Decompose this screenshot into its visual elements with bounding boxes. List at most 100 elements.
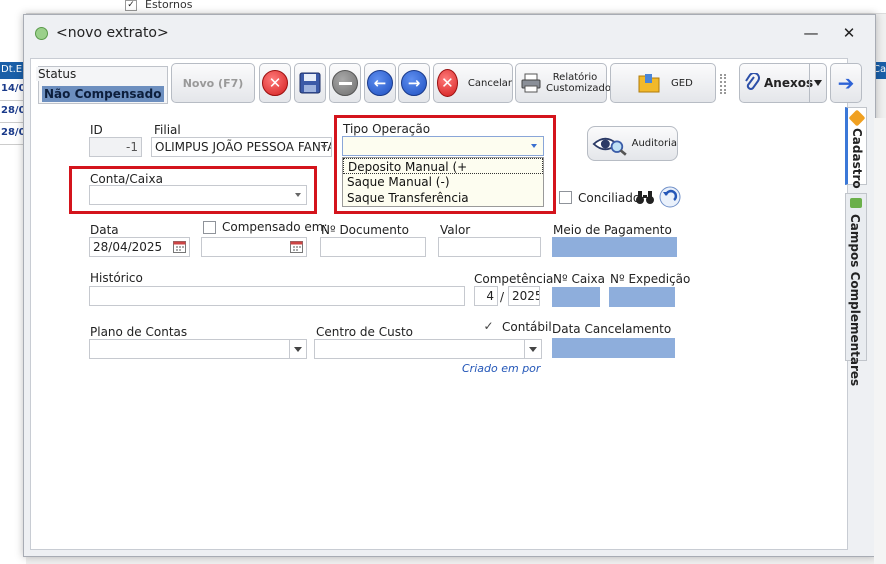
chevron-down-icon bbox=[529, 347, 537, 352]
chevron-down-icon bbox=[814, 80, 822, 86]
chevron-down-icon bbox=[294, 347, 302, 352]
filial-value: OLIMPUS JOÃO PESSOA FANTA bbox=[155, 140, 332, 154]
novo-button[interactable]: Novo (F7) bbox=[171, 63, 255, 103]
extrato-dialog: <novo extrato> — ✕ Status Não Compensado… bbox=[23, 14, 876, 557]
tab-cadastro[interactable]: Cadastro bbox=[845, 107, 867, 189]
centro-custo-dropdown-button[interactable] bbox=[524, 340, 541, 358]
compensado-field[interactable] bbox=[201, 237, 307, 257]
chevron-down-icon bbox=[295, 193, 301, 197]
arrow-right-icon: → bbox=[401, 70, 427, 96]
auditoria-button[interactable]: Auditoria bbox=[587, 126, 678, 161]
tipo-operacao-select[interactable] bbox=[342, 136, 544, 156]
valor-field[interactable] bbox=[438, 237, 541, 257]
data-value: 28/04/2025 bbox=[93, 240, 163, 254]
dropdown-option[interactable]: Saque Manual (-) bbox=[343, 174, 543, 190]
calendar-icon[interactable] bbox=[173, 241, 186, 253]
compensado-checkbox[interactable] bbox=[203, 221, 216, 234]
filial-select[interactable]: OLIMPUS JOÃO PESSOA FANTA bbox=[151, 137, 332, 157]
fields-icon bbox=[850, 198, 862, 208]
dropdown-option[interactable]: Deposito Manual (+ bbox=[343, 158, 543, 174]
contabil-checkbox[interactable]: ✓ bbox=[482, 320, 495, 333]
ged-button[interactable]: GED bbox=[610, 63, 716, 103]
documento-field[interactable] bbox=[320, 237, 426, 257]
binoculars-icon bbox=[636, 191, 654, 204]
n-expedicao-label: Nº Expedição bbox=[610, 272, 691, 286]
historico-field[interactable] bbox=[89, 286, 465, 306]
data-field[interactable]: 28/04/2025 bbox=[89, 237, 190, 257]
dropdown-option[interactable]: Saque Transferência bbox=[343, 190, 543, 206]
tipo-operacao-label: Tipo Operação bbox=[343, 122, 431, 136]
printer-icon bbox=[521, 73, 541, 93]
novo-label: Novo (F7) bbox=[182, 76, 244, 90]
dialog-title: <novo extrato> bbox=[56, 25, 169, 41]
centro-custo-label: Centro de Custo bbox=[316, 325, 413, 339]
app-icon bbox=[35, 27, 48, 40]
relatorio-customizado-button[interactable]: Relatório Customizado bbox=[515, 63, 611, 103]
competencia-year-field[interactable]: 2025 bbox=[508, 286, 540, 306]
tab-cadastro-label: Cadastro bbox=[850, 128, 864, 189]
forward-button[interactable]: ➔ bbox=[830, 63, 862, 103]
tab-campos-complementares[interactable]: Campos Complementares bbox=[845, 193, 867, 386]
arrow-left-icon: ← bbox=[367, 70, 393, 96]
eye-magnifier-icon bbox=[592, 137, 627, 156]
status-label: Status bbox=[36, 67, 79, 81]
estornos-checkbox[interactable]: ✓ bbox=[125, 0, 137, 11]
undo-button[interactable] bbox=[658, 185, 682, 209]
save-icon bbox=[299, 72, 321, 94]
paperclip-icon bbox=[745, 73, 760, 90]
criado-em-text: Criado em por bbox=[462, 362, 541, 375]
search-binoculars-button[interactable] bbox=[635, 187, 655, 207]
background-scrollbar[interactable] bbox=[874, 118, 886, 564]
pencil-icon bbox=[848, 109, 866, 127]
filial-label: Filial bbox=[154, 123, 181, 137]
plano-contas-label: Plano de Contas bbox=[90, 325, 188, 339]
compensado-label: Compensado em: bbox=[222, 220, 328, 234]
meio-pagamento-label: Meio de Pagamento bbox=[553, 223, 672, 237]
n-caixa-field bbox=[552, 287, 600, 307]
chevron-down-icon bbox=[531, 144, 537, 148]
competencia-month-field[interactable]: 4 bbox=[474, 286, 498, 306]
anexos-dropdown[interactable] bbox=[809, 64, 826, 102]
anexos-label: Anexos bbox=[764, 75, 814, 90]
chevron-down-icon bbox=[321, 145, 327, 149]
tipo-operacao-dropdown-list: Deposito Manual (+ Saque Manual (-) Saqu… bbox=[342, 157, 544, 207]
estornos-label: Estornos bbox=[145, 0, 193, 11]
conta-caixa-select[interactable] bbox=[89, 185, 307, 205]
plano-contas-dropdown-button[interactable] bbox=[289, 340, 306, 358]
minus-icon bbox=[332, 70, 358, 96]
historico-label: Histórico bbox=[90, 271, 143, 285]
plano-contas-select[interactable] bbox=[89, 339, 307, 359]
data-label: Data bbox=[90, 223, 119, 237]
calendar-icon[interactable] bbox=[290, 241, 303, 253]
meio-pagamento-field bbox=[552, 237, 677, 257]
conciliado-checkbox[interactable] bbox=[559, 191, 572, 204]
valor-label: Valor bbox=[440, 223, 471, 237]
conta-caixa-label: Conta/Caixa bbox=[90, 172, 163, 186]
conciliado-label: Conciliado bbox=[578, 191, 641, 205]
n-expedicao-field bbox=[609, 287, 675, 307]
centro-custo-select[interactable] bbox=[314, 339, 542, 359]
tab-campos-complementares-label: Campos Complementares bbox=[848, 214, 862, 387]
remove-button[interactable] bbox=[329, 63, 361, 103]
delete-button[interactable]: ✕ bbox=[259, 63, 291, 103]
status-value: Não Compensado bbox=[42, 86, 164, 102]
data-cancelamento-label: Data Cancelamento bbox=[552, 322, 672, 336]
undo-icon bbox=[659, 186, 681, 208]
close-button[interactable]: ✕ bbox=[838, 23, 860, 43]
cancelar-button[interactable]: ✕ Cancelar bbox=[433, 63, 513, 103]
ged-label: GED bbox=[671, 77, 693, 89]
n-caixa-label: Nº Caixa bbox=[553, 272, 605, 286]
toolbar-separator bbox=[720, 74, 726, 94]
competencia-label: Competência bbox=[474, 272, 554, 286]
competencia-separator: / bbox=[500, 290, 505, 304]
data-cancelamento-field bbox=[552, 338, 675, 358]
save-button[interactable] bbox=[294, 63, 326, 103]
documento-label: Nº Documento bbox=[321, 223, 409, 237]
next-button[interactable]: → bbox=[398, 63, 430, 103]
previous-button[interactable]: ← bbox=[364, 63, 396, 103]
minimize-button[interactable]: — bbox=[800, 23, 822, 43]
cancel-icon: ✕ bbox=[437, 69, 458, 97]
anexos-button[interactable]: Anexos bbox=[739, 63, 827, 103]
folder-icon bbox=[638, 74, 660, 93]
auditoria-label: Auditoria bbox=[631, 138, 677, 149]
